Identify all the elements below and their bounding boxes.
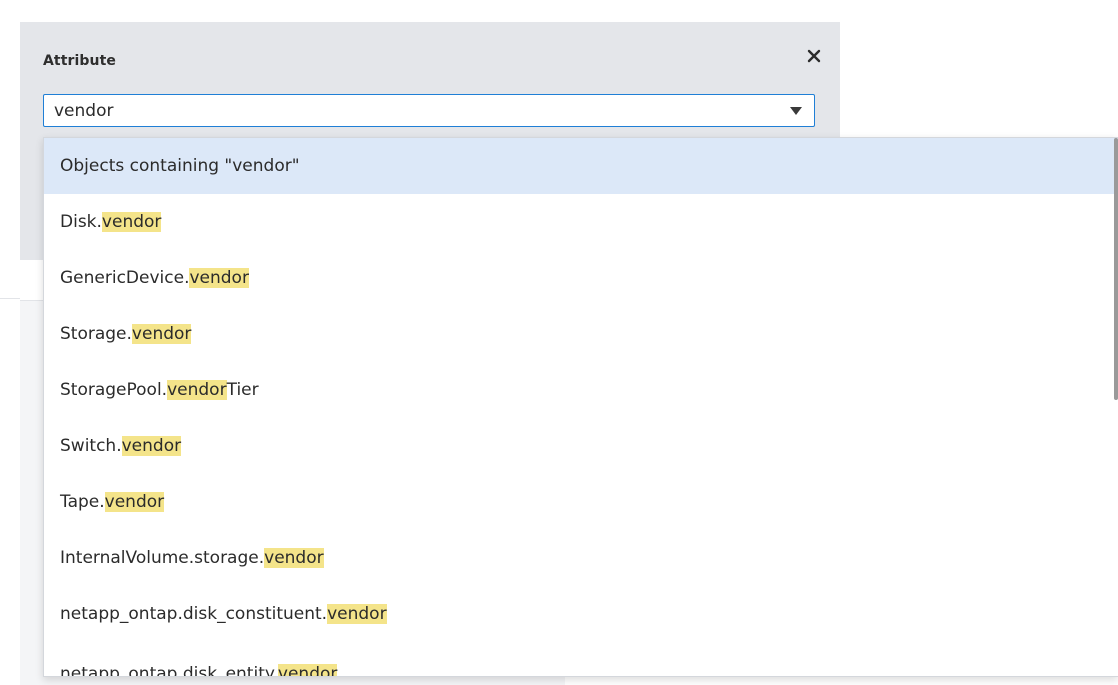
option-match-highlight: vendor <box>327 604 387 624</box>
option-prefix: netapp_ontap.disk_entity. <box>60 664 278 677</box>
dropdown-option[interactable]: Disk.vendor <box>44 194 1118 250</box>
option-prefix: StoragePool. <box>60 380 168 400</box>
dropdown-option[interactable]: netapp_ontap.disk_constituent.vendor <box>44 586 1118 642</box>
dropdown-option[interactable]: netapp_ontap.disk_entity.vendor <box>44 642 1118 677</box>
dropdown-option[interactable]: Storage.vendor <box>44 306 1118 362</box>
option-prefix: InternalVolume.storage. <box>60 548 265 568</box>
option-match-highlight: vendor <box>264 548 324 568</box>
option-match-highlight: vendor <box>121 436 182 456</box>
option-suffix: Tier <box>226 380 259 400</box>
option-prefix: Storage. <box>60 324 132 344</box>
dropdown-option[interactable]: StoragePool.vendorTier <box>44 362 1118 418</box>
option-prefix: Switch. <box>60 436 122 456</box>
option-match-highlight: vendor <box>101 212 162 232</box>
option-prefix: Tape. <box>60 492 105 512</box>
option-match-highlight: vendor <box>189 268 249 288</box>
option-prefix: Disk. <box>60 212 102 232</box>
attribute-input-value[interactable]: vendor <box>54 101 113 121</box>
option-match-highlight: vendor <box>167 380 227 400</box>
dropdown-header-option[interactable]: Objects containing "vendor" <box>44 138 1118 194</box>
chevron-down-icon[interactable] <box>790 107 802 115</box>
scrollbar-thumb[interactable] <box>1114 138 1118 400</box>
attribute-input[interactable]: vendor <box>43 94 815 127</box>
close-icon <box>807 49 821 63</box>
divider <box>0 298 20 299</box>
option-match-highlight: vendor <box>104 492 165 512</box>
dropdown-option[interactable]: Tape.vendor <box>44 474 1118 530</box>
option-prefix: GenericDevice. <box>60 268 190 288</box>
dropdown-option[interactable]: Switch.vendor <box>44 418 1118 474</box>
option-match-highlight: vendor <box>131 324 192 344</box>
option-match-highlight: vendor <box>277 664 338 676</box>
page-background <box>0 0 20 684</box>
attribute-dropdown-list: Objects containing "vendor" Disk.vendor … <box>43 137 1118 677</box>
dropdown-option[interactable]: GenericDevice.vendor <box>44 250 1118 306</box>
close-button[interactable] <box>800 42 828 70</box>
attribute-label: Attribute <box>43 53 116 69</box>
dropdown-option[interactable]: InternalVolume.storage.vendor <box>44 530 1118 586</box>
option-prefix: netapp_ontap.disk_constituent. <box>60 604 328 624</box>
